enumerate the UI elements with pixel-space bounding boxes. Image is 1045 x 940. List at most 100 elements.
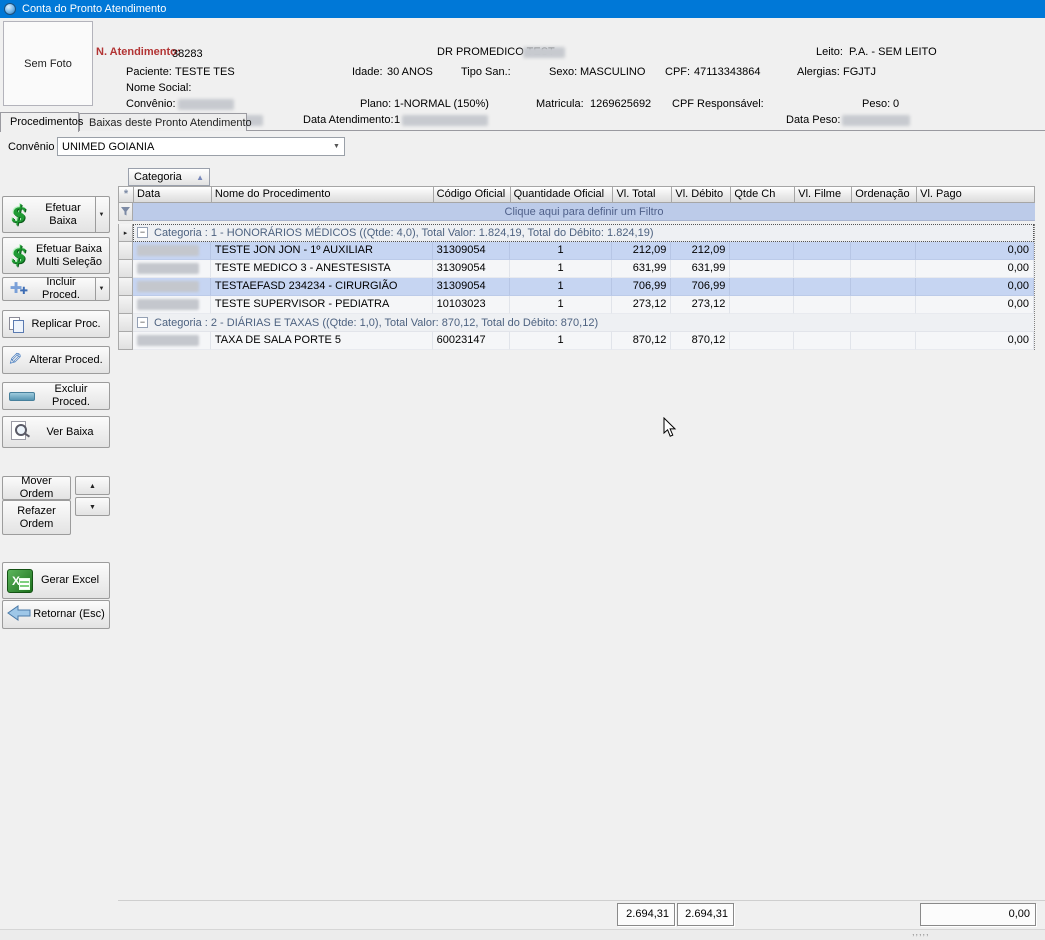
- cell-vl-pago: 0,00: [916, 242, 1034, 260]
- cell-vl-total: 273,12: [612, 296, 671, 314]
- column-header-qtde-ch[interactable]: Qtde Ch: [731, 186, 795, 203]
- excluir-procedimento-button[interactable]: Excluir Proced.: [2, 382, 110, 410]
- cell-quantidade-oficial: 1: [510, 242, 613, 260]
- ver-baixa-button[interactable]: Ver Baixa: [2, 416, 110, 448]
- cell-nome-do-procedimento: TESTE MEDICO 3 - ANESTESISTA: [211, 260, 433, 278]
- tipo-san-label: Tipo San.:: [461, 66, 511, 78]
- refazer-ordem-button[interactable]: Refazer Ordem: [2, 500, 71, 535]
- group-by-categoria-button[interactable]: Categoria ▲: [128, 168, 210, 186]
- filter-funnel-icon: [121, 207, 130, 216]
- window-bottom-strip: [0, 929, 1045, 940]
- dropdown-arrow-icon[interactable]: ▼: [95, 278, 107, 300]
- tab-baixas-pronto-atendimento[interactable]: Baixas deste Pronto Atendimento: [79, 113, 247, 131]
- window-title: Conta do Pronto Atendimento: [22, 3, 166, 15]
- cell-codigo-oficial: 60023147: [433, 332, 510, 350]
- group-row[interactable]: −Categoria : 2 - DIÁRIAS E TAXAS ((Qtde:…: [118, 314, 1034, 332]
- plano-value: 1-NORMAL (150%): [394, 98, 489, 110]
- group-field-label: Categoria: [134, 171, 182, 183]
- titlebar[interactable]: Conta do Pronto Atendimento: [0, 0, 1045, 18]
- cpf-label: CPF:: [665, 66, 690, 78]
- cell-vl-debito: 273,12: [671, 296, 730, 314]
- cell-nome-do-procedimento: TAXA DE SALA PORTE 5: [211, 332, 433, 350]
- idade-value: 30 ANOS: [387, 66, 433, 78]
- idade-label: Idade:: [352, 66, 383, 78]
- cell-qtde-ch: [730, 332, 794, 350]
- row-indicator[interactable]: [118, 332, 133, 350]
- group-header-text: Categoria : 2 - DIÁRIAS E TAXAS ((Qtde: …: [154, 317, 598, 329]
- collapse-group-icon[interactable]: −: [137, 317, 148, 328]
- footer-total-vl-pago: 0,00: [920, 903, 1036, 926]
- alterar-procedimento-button[interactable]: ✎ Alterar Proced.: [2, 346, 110, 374]
- sexo-label: Sexo:: [549, 66, 577, 78]
- cell-qtde-ch: [730, 296, 794, 314]
- efetuar-baixa-button[interactable]: $ Efetuar Baixa ▼: [2, 196, 110, 233]
- cell-vl-debito: 212,09: [671, 242, 730, 260]
- collapse-group-icon[interactable]: −: [137, 227, 148, 238]
- cell-vl-pago: 0,00: [916, 260, 1034, 278]
- column-header-vl-filme[interactable]: Vl. Filme: [795, 186, 852, 203]
- redacted-data-atendimento: [402, 115, 488, 126]
- redacted-date: [137, 281, 199, 292]
- pencil-icon: ✎: [5, 350, 25, 370]
- chevron-down-icon[interactable]: ▼: [329, 143, 344, 150]
- retornar-button[interactable]: Retornar (Esc): [2, 600, 110, 629]
- redacted-date: [137, 299, 199, 310]
- dollar-icon: $: [7, 201, 31, 228]
- column-header-vl-debito[interactable]: Vl. Débito: [672, 186, 731, 203]
- procedure-row[interactable]: TESTE JON JON - 1º AUXILIAR313090541212,…: [118, 242, 1034, 260]
- row-indicator[interactable]: [118, 278, 133, 296]
- grid-rows: ▸−Categoria : 1 - HONORÁRIOS MÉDICOS ((Q…: [118, 224, 1035, 350]
- procedure-row[interactable]: TESTE MEDICO 3 - ANESTESISTA313090541631…: [118, 260, 1034, 278]
- resize-grip[interactable]: ,,,,,: [912, 927, 930, 937]
- cell-codigo-oficial: 31309054: [433, 260, 510, 278]
- convenio-label: Convênio: [8, 141, 54, 153]
- tab-procedimentos[interactable]: Procedimentos: [0, 112, 79, 132]
- row-indicator[interactable]: [118, 260, 133, 278]
- filter-row[interactable]: Clique aqui para definir um Filtro: [118, 203, 1035, 221]
- filter-row-band[interactable]: Clique aqui para definir um Filtro: [133, 203, 1035, 221]
- redacted-date: [137, 335, 199, 346]
- row-indicator[interactable]: [118, 296, 133, 314]
- group-band[interactable]: −Categoria : 1 - HONORÁRIOS MÉDICOS ((Qt…: [133, 224, 1034, 242]
- group-header-text: Categoria : 1 - HONORÁRIOS MÉDICOS ((Qtd…: [154, 227, 654, 239]
- conta-pronto-atendimento-window: Conta do Pronto Atendimento Sem Foto N. …: [0, 0, 1045, 940]
- data-peso-label: Data Peso:: [786, 114, 840, 126]
- focused-row-marker-icon: ▸: [118, 224, 133, 242]
- gerar-excel-button[interactable]: Gerar Excel: [2, 562, 110, 599]
- column-header-vl-pago[interactable]: Vl. Pago: [917, 186, 1035, 203]
- procedure-row[interactable]: TAXA DE SALA PORTE 5600231471870,12870,1…: [118, 332, 1034, 350]
- back-arrow-icon: [7, 605, 31, 624]
- mover-ordem-button[interactable]: Mover Ordem: [2, 476, 71, 500]
- cell-nome-do-procedimento: TESTE SUPERVISOR - PEDIATRA: [211, 296, 433, 314]
- group-band[interactable]: −Categoria : 2 - DIÁRIAS E TAXAS ((Qtde:…: [133, 314, 1034, 332]
- incluir-procedimento-button[interactable]: ✚ Incluir Proced. ▼: [2, 277, 110, 301]
- procedure-row[interactable]: TESTAEFASD 234234 - CIRURGIÃO31309054170…: [118, 278, 1034, 296]
- column-header-quantidade-oficial[interactable]: Quantidade Oficial: [511, 186, 614, 203]
- redacted-convenio: [178, 99, 234, 110]
- row-indicator[interactable]: [118, 242, 133, 260]
- move-up-button[interactable]: ▲: [75, 476, 110, 495]
- add-plus-icon: ✚: [5, 279, 27, 299]
- replicar-procedimento-button[interactable]: Replicar Proc.: [2, 310, 110, 338]
- column-header-nome-do-procedimento[interactable]: Nome do Procedimento: [212, 186, 434, 203]
- cell-ordenacao: [851, 260, 916, 278]
- convenio-select[interactable]: UNIMED GOIANIA ▼: [57, 137, 345, 156]
- efetuar-baixa-multi-selecao-button[interactable]: $ Efetuar Baixa Multi Seleção: [2, 237, 110, 274]
- move-down-button[interactable]: ▼: [75, 497, 110, 516]
- column-header-vl-total[interactable]: Vl. Total: [613, 186, 672, 203]
- cell-vl-pago: 0,00: [916, 332, 1034, 350]
- cell-vl-total: 870,12: [612, 332, 671, 350]
- procedure-row[interactable]: TESTE SUPERVISOR - PEDIATRA101030231273,…: [118, 296, 1034, 314]
- column-header-codigo-oficial[interactable]: Código Oficial: [434, 186, 511, 203]
- cell-nome-do-procedimento: TESTAEFASD 234234 - CIRURGIÃO: [211, 278, 433, 296]
- dropdown-arrow-icon[interactable]: ▼: [95, 197, 107, 232]
- cell-ordenacao: [851, 332, 916, 350]
- group-row[interactable]: ▸−Categoria : 1 - HONORÁRIOS MÉDICOS ((Q…: [118, 224, 1034, 242]
- column-header-ordenacao[interactable]: Ordenação: [852, 186, 917, 203]
- paciente-value: TESTE TES: [175, 66, 235, 78]
- cell-ordenacao: [851, 296, 916, 314]
- cell-vl-debito: 706,99: [671, 278, 730, 296]
- column-header-data[interactable]: Data: [134, 186, 212, 203]
- redacted-date: [137, 263, 199, 274]
- cell-vl-pago: 0,00: [916, 296, 1034, 314]
